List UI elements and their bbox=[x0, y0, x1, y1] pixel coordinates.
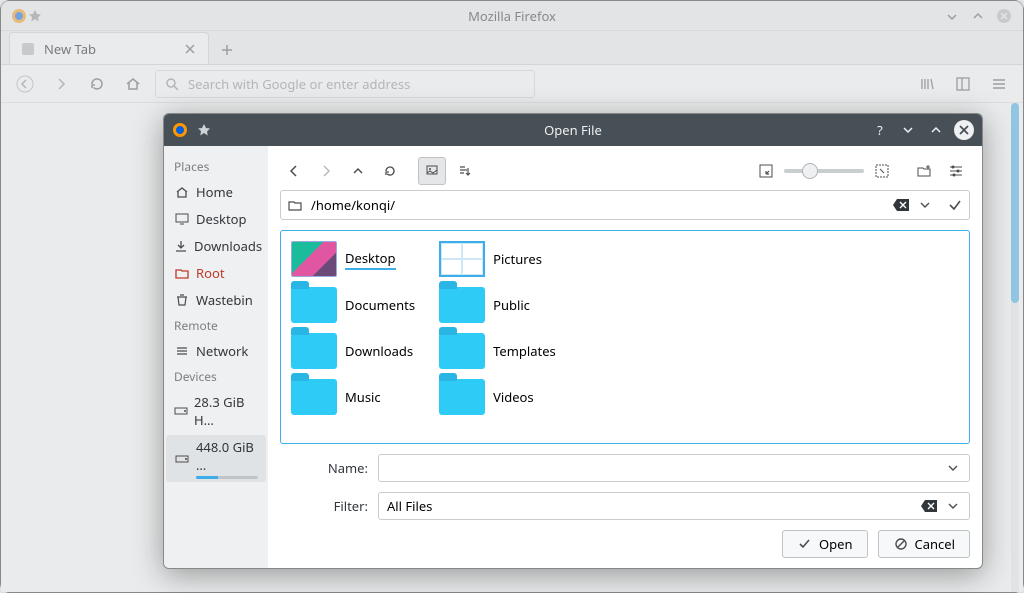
sidebar-item-label: Desktop bbox=[196, 210, 247, 228]
dialog-main-pane: Desktop Documents Downloads Music Pictur… bbox=[268, 146, 982, 568]
file-item-label: Desktop bbox=[345, 249, 396, 270]
sidebar-item-label: Downloads bbox=[194, 237, 262, 255]
folder-icon bbox=[174, 265, 190, 281]
reload-button[interactable] bbox=[376, 157, 404, 185]
path-input[interactable] bbox=[311, 196, 885, 214]
firefox-icon bbox=[172, 122, 188, 138]
pictures-thumbnail-icon bbox=[439, 241, 485, 277]
name-field[interactable] bbox=[378, 454, 970, 482]
file-view[interactable]: Desktop Documents Downloads Music Pictur… bbox=[280, 230, 970, 444]
button-label: Open bbox=[819, 535, 853, 553]
open-button[interactable]: Open bbox=[782, 530, 868, 558]
file-item-templates[interactable]: Templates bbox=[439, 333, 556, 369]
sidebar-item-label: Wastebin bbox=[196, 291, 253, 309]
zoom-slider[interactable] bbox=[784, 169, 864, 173]
drive-icon bbox=[174, 403, 188, 419]
sidebar-item-wastebin[interactable]: Wastebin bbox=[166, 288, 266, 312]
folder-icon bbox=[439, 379, 485, 415]
file-item-desktop[interactable]: Desktop bbox=[291, 241, 415, 277]
file-item-label: Music bbox=[345, 388, 381, 406]
download-icon bbox=[174, 238, 188, 254]
places-section-label: Places bbox=[166, 156, 266, 177]
file-item-label: Pictures bbox=[493, 250, 542, 268]
back-button[interactable] bbox=[280, 157, 308, 185]
sort-button[interactable] bbox=[450, 157, 478, 185]
clear-icon[interactable] bbox=[893, 197, 909, 213]
chevron-down-icon[interactable] bbox=[945, 498, 961, 514]
remote-section-label: Remote bbox=[166, 315, 266, 336]
path-bar[interactable] bbox=[280, 190, 970, 220]
usage-bar bbox=[196, 476, 258, 479]
dialog-titlebar: Open File ? bbox=[164, 114, 982, 146]
close-icon[interactable] bbox=[954, 120, 974, 140]
chevron-down-icon[interactable] bbox=[917, 197, 933, 213]
zoom-out-icon[interactable] bbox=[752, 157, 780, 185]
up-button[interactable] bbox=[344, 157, 372, 185]
file-item-public[interactable]: Public bbox=[439, 287, 556, 323]
file-item-videos[interactable]: Videos bbox=[439, 379, 556, 415]
folder-icon bbox=[291, 333, 337, 369]
filter-field[interactable]: All Files bbox=[378, 492, 970, 520]
devices-section-label: Devices bbox=[166, 366, 266, 387]
chevron-down-icon[interactable] bbox=[945, 460, 961, 476]
sidebar-item-label: Network bbox=[196, 342, 248, 360]
trash-icon bbox=[174, 292, 190, 308]
folder-icon bbox=[287, 197, 303, 213]
sidebar-item-downloads[interactable]: Downloads bbox=[166, 234, 266, 258]
cancel-button[interactable]: Cancel bbox=[878, 530, 970, 558]
cancel-icon bbox=[893, 536, 909, 552]
dialog-toolbar bbox=[280, 154, 970, 188]
file-item-pictures[interactable]: Pictures bbox=[439, 241, 556, 277]
maximize-icon[interactable] bbox=[926, 120, 946, 140]
file-item-label: Public bbox=[493, 296, 530, 314]
file-item-label: Templates bbox=[493, 342, 556, 360]
name-input[interactable] bbox=[387, 459, 937, 477]
filter-value: All Files bbox=[387, 497, 432, 515]
sidebar-item-home[interactable]: Home bbox=[166, 180, 266, 204]
filter-label: Filter: bbox=[280, 497, 368, 515]
minimize-icon[interactable] bbox=[898, 120, 918, 140]
checkmark-icon[interactable] bbox=[947, 197, 963, 213]
forward-button[interactable] bbox=[312, 157, 340, 185]
checkmark-icon bbox=[797, 536, 813, 552]
file-item-label: Documents bbox=[345, 296, 415, 314]
firefox-window: Mozilla Firefox New Tab Search with Goog… bbox=[0, 0, 1024, 593]
pin-icon[interactable] bbox=[196, 122, 212, 138]
sidebar-item-device-2[interactable]: 448.0 GiB … bbox=[166, 435, 266, 482]
file-item-label: Videos bbox=[493, 388, 534, 406]
sidebar-item-label: 448.0 GiB … bbox=[196, 438, 258, 474]
sidebar-item-label: 28.3 GiB H… bbox=[194, 393, 258, 429]
file-item-music[interactable]: Music bbox=[291, 379, 415, 415]
network-icon bbox=[174, 343, 190, 359]
sidebar-item-root[interactable]: Root bbox=[166, 261, 266, 285]
icon-view-button[interactable] bbox=[418, 157, 446, 185]
sidebar-item-device-1[interactable]: 28.3 GiB H… bbox=[166, 390, 266, 432]
desktop-thumbnail-icon bbox=[291, 241, 337, 277]
file-item-downloads[interactable]: Downloads bbox=[291, 333, 415, 369]
zoom-in-icon[interactable] bbox=[868, 157, 896, 185]
help-icon[interactable]: ? bbox=[870, 120, 890, 140]
places-panel: Places Home Desktop Downloads Root Waste… bbox=[164, 146, 268, 568]
folder-icon bbox=[439, 287, 485, 323]
folder-icon bbox=[291, 287, 337, 323]
open-file-dialog: Open File ? Places Home Desktop Download… bbox=[163, 113, 983, 569]
new-folder-button[interactable] bbox=[910, 157, 938, 185]
dialog-title: Open File bbox=[164, 121, 982, 139]
sidebar-item-desktop[interactable]: Desktop bbox=[166, 207, 266, 231]
drive-icon bbox=[174, 451, 190, 467]
name-label: Name: bbox=[280, 459, 368, 477]
file-item-label: Downloads bbox=[345, 342, 413, 360]
sidebar-item-label: Root bbox=[196, 264, 225, 282]
folder-icon bbox=[439, 333, 485, 369]
sidebar-item-network[interactable]: Network bbox=[166, 339, 266, 363]
clear-icon[interactable] bbox=[921, 498, 937, 514]
button-label: Cancel bbox=[915, 535, 955, 553]
file-item-documents[interactable]: Documents bbox=[291, 287, 415, 323]
home-icon bbox=[174, 184, 190, 200]
sidebar-item-label: Home bbox=[196, 183, 233, 201]
settings-button[interactable] bbox=[942, 157, 970, 185]
folder-icon bbox=[291, 379, 337, 415]
desktop-icon bbox=[174, 211, 190, 227]
